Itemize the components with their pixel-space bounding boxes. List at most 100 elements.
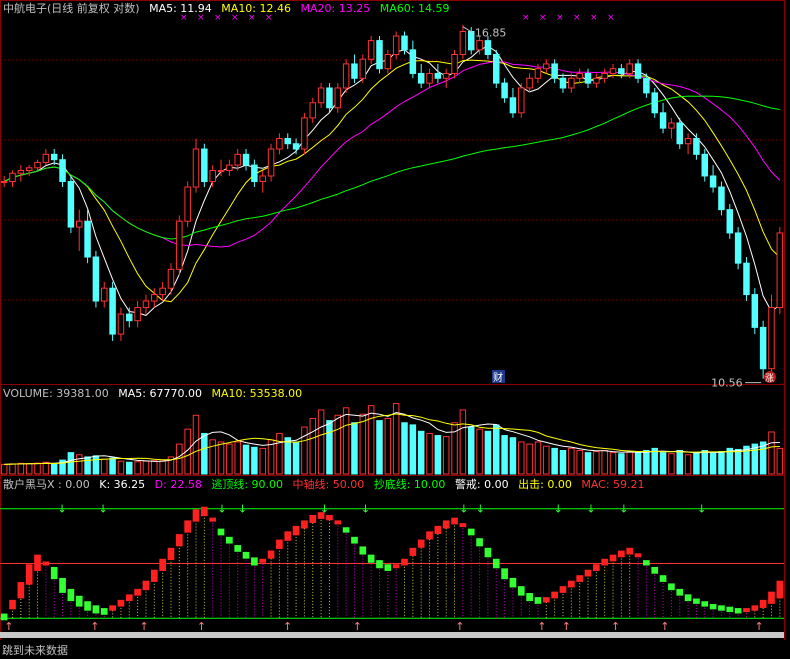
volume-bar <box>159 459 166 475</box>
ma60-readout: MA60: 14.59 <box>379 2 450 15</box>
candle-body <box>659 112 667 129</box>
candle-body <box>234 153 241 166</box>
rise-badge-label: 涨 <box>765 373 774 384</box>
volume-bar <box>484 430 492 475</box>
kd-ribbon-block <box>626 547 634 555</box>
stock-title: 中航电子(日线 前复权 对数) <box>3 2 140 15</box>
volume-bar <box>42 461 50 475</box>
candle-body <box>409 49 417 74</box>
volume-bar <box>259 447 266 475</box>
kd-ribbon-block <box>601 558 609 566</box>
volume-bar <box>292 441 300 475</box>
kd-ribbon-block <box>668 583 675 591</box>
candle-body <box>434 72 442 79</box>
candle-body <box>25 167 33 172</box>
kd-ribbon-block <box>751 605 759 611</box>
candle-body <box>351 63 358 79</box>
kd-ribbon-block <box>651 566 659 574</box>
candle-body <box>242 153 250 166</box>
candle-body <box>167 268 175 289</box>
volume-bar <box>726 447 734 475</box>
sell-arrow: ↓ <box>554 503 563 516</box>
kd-ribbon-block <box>643 560 650 566</box>
candle-body <box>359 58 367 79</box>
kd-ribbon-block <box>309 514 317 524</box>
volume-bar <box>209 439 216 475</box>
warn-readout: 警戒: 0.00 <box>454 478 509 491</box>
volume-bar <box>92 455 100 475</box>
candle-body <box>50 153 58 161</box>
kd-ribbon-block <box>276 539 283 550</box>
volume-bar <box>376 420 383 475</box>
candle-body <box>643 77 650 94</box>
volume-bar <box>226 443 233 475</box>
kd-ribbon-block <box>584 569 592 577</box>
candle-body <box>668 122 675 129</box>
candle-body <box>117 313 125 335</box>
kd-ribbon-block <box>159 558 166 571</box>
signal-marker: × <box>590 13 598 23</box>
sell-arrow: ↓ <box>459 503 468 516</box>
kd-ribbon-block <box>259 558 267 563</box>
kd-ribbon-block <box>67 588 75 602</box>
volume-bar <box>251 446 258 475</box>
candle-body <box>34 161 41 169</box>
candle-body <box>326 87 333 109</box>
kd-ribbon-block <box>401 558 408 566</box>
candle-body <box>684 137 692 145</box>
buy-arrow: ↑ <box>4 620 13 633</box>
stock-chart-canvas[interactable]: 16.8510.56财 涨× × × × × × × × × × × ×↓ ↓ ↓ ↓ ↓ ↓ ↓ ↓ ↓ ↓ ↓ ↓↑ ↑ ↑ ↑… <box>0 0 790 659</box>
volume-bar <box>351 422 358 475</box>
candle-body <box>709 175 717 188</box>
candle-body <box>184 186 191 222</box>
candle-body <box>367 40 375 60</box>
candle-body <box>601 72 608 79</box>
candle-body <box>267 148 275 177</box>
kd-ribbon-block <box>509 577 517 588</box>
volume-bar <box>701 450 709 475</box>
candle-body <box>17 170 25 174</box>
timeline-ruler <box>0 632 784 638</box>
candle-body <box>759 326 767 370</box>
volume-bar <box>126 461 133 475</box>
volume-bar <box>242 444 250 475</box>
volume-bar <box>342 407 350 475</box>
volume-bar <box>601 450 608 475</box>
volume-bar <box>618 453 625 475</box>
bottom-bar <box>0 640 790 659</box>
volume-bar <box>543 445 550 475</box>
future-data-link[interactable]: 跳到未来数据 <box>2 642 68 658</box>
volume-bar <box>309 417 317 475</box>
volume-bar <box>417 430 425 475</box>
candle-body <box>9 172 16 182</box>
volume-bar <box>693 452 700 475</box>
candle-body <box>67 180 75 228</box>
volume-bar <box>326 420 333 475</box>
candle-body <box>718 186 725 211</box>
candle-body <box>251 164 258 182</box>
sell-arrow: ↓ <box>697 503 706 516</box>
volume-bar <box>643 450 650 475</box>
ma20-line <box>3 61 781 248</box>
volume-bar <box>67 452 75 475</box>
candle-body <box>384 54 392 70</box>
candle-body <box>142 300 150 309</box>
volume-bar <box>668 453 675 475</box>
buy-arrow: ↑ <box>660 620 669 633</box>
volume-bar <box>75 454 83 475</box>
candle-body <box>401 35 408 51</box>
candle-body <box>467 30 475 51</box>
candle-body <box>526 77 533 89</box>
volume-bar <box>50 463 58 475</box>
candle-body <box>292 143 300 150</box>
mid-line-readout: 中轴线: 50.00 <box>292 478 365 491</box>
candle-body <box>551 63 558 79</box>
sell-arrow: ↓ <box>238 503 247 516</box>
volume-bar <box>217 441 225 475</box>
volume-bar <box>659 452 667 475</box>
kd-ribbon-block <box>242 551 250 559</box>
candle-body <box>159 287 166 296</box>
buy-arrow: ↑ <box>140 620 149 633</box>
kd-ribbon-block <box>184 520 191 533</box>
buy-arrow: ↑ <box>455 620 464 633</box>
